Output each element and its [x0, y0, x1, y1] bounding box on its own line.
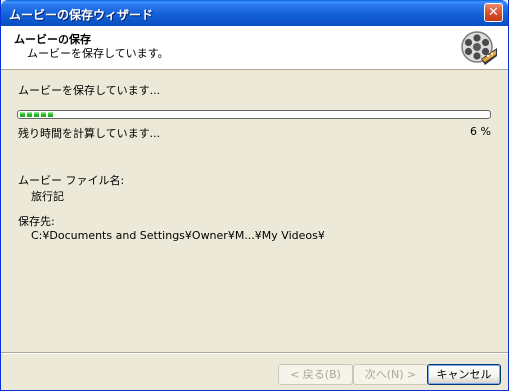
wizard-header: ムービーの保存 ムービーを保存しています。: [1, 26, 508, 70]
file-name-label: ムービー ファイル名:: [18, 174, 125, 187]
next-button[interactable]: 次へ(N) >: [353, 364, 428, 385]
progress-segment: [34, 112, 39, 117]
file-name-value: 旅行記: [31, 190, 64, 203]
window-title: ムービーの保存ウィザード: [9, 8, 154, 22]
progress-segment: [20, 112, 25, 117]
progress-bar-fill: [20, 112, 55, 117]
save-movie-wizard-window: ムービーの保存ウィザード ✕ ムービーの保存 ムービーを保存しています。 ムービ…: [0, 0, 509, 391]
close-icon[interactable]: ✕: [484, 3, 503, 22]
progress-segment: [41, 112, 46, 117]
progress-segment: [48, 112, 53, 117]
cancel-button[interactable]: キャンセル: [427, 364, 501, 385]
film-reel-icon: [461, 31, 497, 65]
progress-percent: 6 %: [470, 125, 491, 138]
footer-divider: [1, 352, 508, 354]
progress-bar: [17, 110, 491, 119]
progress-segment: [27, 112, 32, 117]
saving-status-label: ムービーを保存しています...: [18, 84, 161, 97]
destination-value: C:¥Documents and Settings¥Owner¥M...¥My …: [31, 229, 325, 242]
title-bar[interactable]: ムービーの保存ウィザード ✕: [1, 0, 508, 26]
header-subtitle: ムービーを保存しています。: [27, 47, 169, 60]
back-button[interactable]: < 戻る(B): [278, 364, 353, 385]
destination-label: 保存先:: [18, 215, 55, 228]
time-remaining-status: 残り時間を計算しています...: [18, 127, 161, 140]
